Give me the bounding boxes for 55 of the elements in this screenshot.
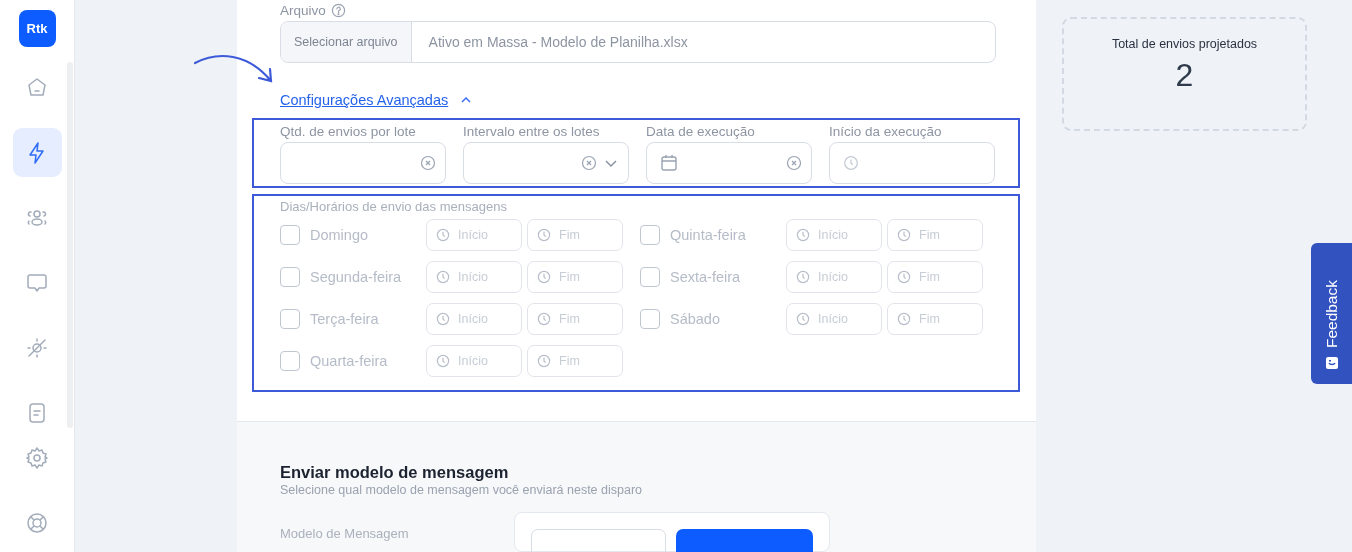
nav-button[interactable]	[12, 128, 62, 177]
section-title: Enviar modelo de mensagem	[280, 463, 510, 482]
smiley-icon	[1324, 356, 1339, 370]
clock-icon	[536, 311, 552, 327]
advanced-settings-link[interactable]: Configurações Avançadas	[280, 92, 473, 108]
clock-icon	[842, 154, 860, 172]
field-label: Modelo de Mensagem	[280, 526, 410, 541]
file-input[interactable]: Selecionar arquivo Ativo em Massa - Modelo de Planilha.xlsx	[280, 21, 996, 63]
field-label: Data de execução	[646, 124, 756, 139]
field-label: Início da execução	[829, 124, 943, 139]
clock-icon	[536, 227, 552, 243]
field-label: Qtd. de envios por lote	[280, 124, 417, 139]
clock-icon	[536, 269, 552, 285]
primary-button[interactable]	[676, 529, 813, 552]
select-file-button[interactable]: Selecionar arquivo	[281, 22, 412, 62]
calendar-icon	[659, 153, 679, 173]
field-label: Intervalo entre os lotes	[463, 124, 601, 139]
clear-icon[interactable]	[786, 155, 802, 171]
clear-icon[interactable]	[420, 155, 436, 171]
clock-icon	[795, 311, 811, 327]
lifebuoy-icon	[25, 510, 49, 535]
field-label: Arquivo	[280, 3, 326, 18]
day-label: Segunda-feira	[310, 269, 402, 285]
day-label: Quinta-feira	[670, 227, 746, 243]
select-field[interactable]	[463, 142, 629, 184]
clock-icon	[435, 311, 451, 327]
clock-icon	[536, 353, 552, 369]
logo[interactable]: Rtk	[18, 10, 56, 47]
day-label: Quarta-feira	[310, 353, 388, 369]
time-field[interactable]	[829, 142, 995, 184]
number-field[interactable]	[280, 142, 446, 184]
settings-icon	[25, 445, 49, 470]
summary-value: 2	[1175, 57, 1194, 94]
day-label: Terça-feira	[310, 311, 379, 327]
day-label: Sábado	[670, 311, 720, 327]
plug-icon	[25, 335, 49, 360]
feedback-tab[interactable]: Feedback	[1311, 243, 1352, 384]
clock-icon	[896, 227, 912, 243]
section-subtitle: Selecione qual modelo de mensagem você enviará neste disparo	[280, 483, 644, 497]
help-icon[interactable]	[330, 3, 346, 18]
day-label: Domingo	[310, 227, 369, 243]
file-name: Ativo em Massa - Modelo de Planilha.xlsx	[428, 34, 688, 50]
clear-icon[interactable]	[581, 155, 597, 171]
clock-icon	[435, 269, 451, 285]
summary-label: Total de envios projetados	[1111, 37, 1258, 51]
clock-icon	[435, 353, 451, 369]
date-field[interactable]	[646, 142, 812, 184]
clock-icon	[795, 227, 811, 243]
clock-icon	[795, 269, 811, 285]
clock-icon	[896, 311, 912, 327]
section-label: Dias/Horários de envio das mensagens	[280, 199, 508, 214]
outline-button[interactable]	[531, 529, 666, 552]
day-label: Sexta-feira	[670, 269, 741, 285]
clock-icon	[896, 269, 912, 285]
clock-icon	[435, 227, 451, 243]
